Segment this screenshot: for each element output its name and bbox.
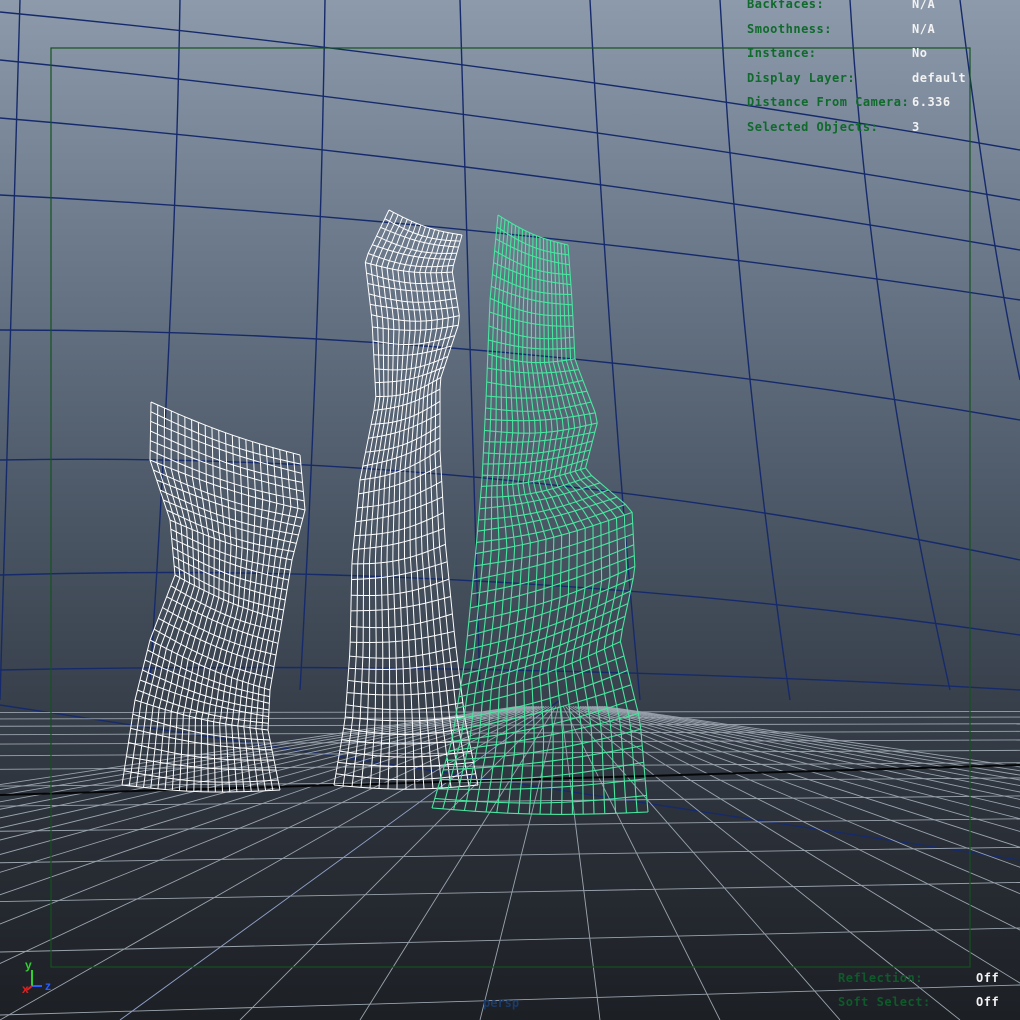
perspective-viewport[interactable]: y x z bbox=[0, 0, 1020, 1020]
floor-grid-line bbox=[584, 705, 1020, 820]
axis-gizmo: y x z bbox=[22, 958, 51, 996]
floor-grid-line bbox=[0, 795, 1020, 807]
hud-backfaces-label: Backfaces: bbox=[747, 0, 825, 11]
hud-distance-value: 6.336 bbox=[912, 95, 951, 109]
hud-display-layer-value: default bbox=[912, 71, 967, 85]
floor-grid-line bbox=[589, 705, 1020, 800]
floor-grid-line bbox=[0, 846, 1020, 864]
mesh-edge-ring bbox=[398, 226, 426, 790]
floor-grid-line bbox=[0, 710, 1020, 714]
wireframe-mesh-middle[interactable] bbox=[333, 209, 479, 790]
hud-soft-select-value: Off bbox=[976, 995, 1000, 1009]
mesh-edge-ring bbox=[439, 234, 479, 786]
floor-grid-line bbox=[0, 927, 1020, 953]
floor-grid-line bbox=[572, 705, 1020, 931]
hud-backfaces-value: N/A bbox=[912, 0, 936, 11]
floor-grid-line bbox=[570, 706, 1020, 984]
hud-instance-label: Instance: bbox=[747, 46, 817, 60]
floor-grid-line bbox=[587, 705, 1020, 809]
mesh-edge-ring bbox=[171, 422, 210, 791]
hud-instance-value: No bbox=[912, 46, 928, 60]
hud-smoothness-value: N/A bbox=[912, 22, 936, 36]
floor-grid-line bbox=[565, 706, 841, 1020]
hud-soft-select-label: Soft Select: bbox=[838, 995, 931, 1009]
hud-selected-objects-value: 3 bbox=[912, 120, 920, 134]
hud-display-layer-label: Display Layer: bbox=[747, 71, 856, 85]
hud-reflection-label: Reflection: bbox=[838, 971, 923, 985]
mesh-edge-loop bbox=[384, 218, 461, 242]
axis-y-label: y bbox=[25, 958, 32, 972]
camera-name-label: persp bbox=[483, 996, 520, 1010]
floor-grid-line bbox=[582, 705, 1020, 832]
floor-grid-line bbox=[560, 706, 601, 1020]
axis-z-label: z bbox=[45, 979, 51, 993]
floor-grid-line bbox=[601, 705, 1020, 772]
floor-grid-line bbox=[0, 723, 1020, 727]
hud-selected-objects-label: Selected Objects: bbox=[747, 120, 879, 134]
hud-smoothness-label: Smoothness: bbox=[747, 22, 832, 36]
mesh-edge-ring bbox=[150, 413, 195, 789]
mesh-edge-ring bbox=[567, 244, 649, 813]
mesh-edge-ring bbox=[178, 425, 215, 791]
floor-grid-line bbox=[599, 705, 1020, 776]
floor-grid-line bbox=[562, 706, 721, 1020]
axis-x-label: x bbox=[22, 982, 29, 996]
hud-reflection-value: Off bbox=[976, 971, 1000, 985]
hud-distance-label: Distance From Camera: bbox=[747, 95, 910, 109]
